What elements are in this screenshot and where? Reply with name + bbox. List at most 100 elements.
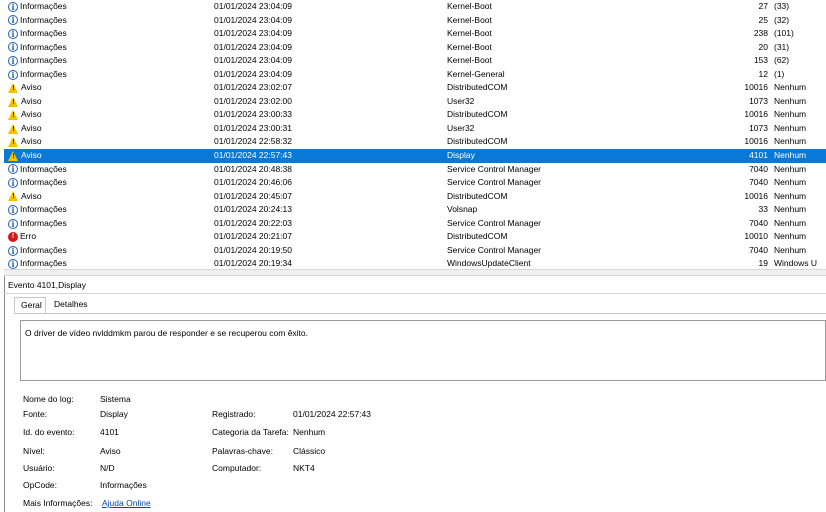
event-level-text: Aviso (21, 82, 42, 93)
event-datetime: 01/01/2024 22:57:43 (214, 150, 292, 161)
event-list[interactable]: Informações 01/01/2024 23:04:09 Kernel-Boo… (4, 0, 826, 269)
event-row[interactable]: Erro 01/01/2024 20:21:07 DistributedCOM 100… (4, 230, 826, 244)
event-source: Service Control Manager (447, 177, 542, 188)
online-help-link[interactable]: Ajuda Online (102, 497, 151, 509)
event-level: Informações (8, 68, 208, 82)
info-icon (8, 163, 18, 175)
event-row[interactable]: Informações 01/01/2024 20:24:13 Volsnap 33 N… (4, 203, 826, 217)
event-level-text: Aviso (21, 150, 42, 161)
event-level-text: Aviso (21, 109, 42, 120)
event-id: 4101 (749, 150, 768, 161)
event-source: Volsnap (447, 204, 478, 215)
info-icon (8, 1, 18, 13)
event-source: User32 (447, 122, 475, 133)
info-icon (8, 258, 18, 269)
event-datetime: 01/01/2024 20:24:13 (214, 204, 292, 215)
event-level: Aviso (8, 108, 208, 122)
event-source: DistributedCOM (447, 136, 508, 147)
event-row[interactable]: Aviso 01/01/2024 23:02:07 DistributedCOM 10… (4, 81, 826, 95)
event-task-category: Nenhum (774, 82, 807, 93)
event-row[interactable]: Informações 01/01/2024 23:04:09 Kernel-Boo… (4, 14, 826, 28)
event-row[interactable]: Informações 01/01/2024 23:04:09 Kernel-Boo… (4, 41, 826, 55)
event-row[interactable]: Informações 01/01/2024 20:19:34 WindowsUpd… (4, 257, 826, 269)
event-row[interactable]: Informações 01/01/2024 23:04:09 Kernel-Gen… (4, 68, 826, 82)
event-level-text: Informações (20, 204, 67, 215)
event-level-text: Informações (20, 163, 67, 174)
event-id: 10016 (744, 82, 768, 93)
event-id: 10010 (744, 231, 768, 242)
event-id: 10016 (744, 136, 768, 147)
event-datetime: 01/01/2024 23:04:09 (214, 28, 292, 39)
event-source: Kernel-Boot (447, 55, 492, 66)
event-row[interactable]: Informações 01/01/2024 20:48:38 Service Co… (4, 163, 826, 177)
event-task-category: Nenhum (774, 95, 807, 106)
info-icon (8, 55, 18, 67)
opcode-label: OpCode: (23, 480, 58, 490)
logged-label: Registrado: (212, 409, 256, 419)
event-datetime: 01/01/2024 20:19:34 (214, 258, 292, 269)
event-id-value: 4101 (100, 427, 119, 437)
event-datetime: 01/01/2024 20:21:07 (214, 231, 292, 242)
event-id: 10016 (744, 190, 768, 201)
error-icon (8, 232, 18, 243)
event-row[interactable]: Aviso 01/01/2024 23:00:31 User32 1073 Nenhum (4, 122, 826, 136)
event-row[interactable]: Aviso 01/01/2024 20:45:07 DistributedCOM 10… (4, 190, 826, 204)
tab-general[interactable]: Geral (14, 297, 46, 313)
event-task-category: (33) (774, 1, 790, 11)
event-level: Erro (8, 230, 208, 244)
event-level-text: Informações (20, 177, 67, 188)
event-row[interactable]: Informações 01/01/2024 20:22:03 Service Co… (4, 217, 826, 231)
event-task-category: (1) (774, 68, 785, 79)
event-detail-title: Evento 4101,Display (8, 280, 86, 290)
event-level-text: Aviso (21, 95, 42, 106)
event-row[interactable]: Informações 01/01/2024 23:04:09 Kernel-Boo… (4, 27, 826, 41)
event-row[interactable]: Aviso 01/01/2024 23:02:00 User32 1073 Nenhum (4, 95, 826, 109)
event-task-category: Nenhum (774, 122, 807, 133)
event-level: Informações (8, 176, 208, 190)
event-task-category: Nenhum (774, 204, 807, 215)
event-task-category: Nenhum (774, 177, 807, 188)
level-value: Aviso (100, 446, 121, 456)
event-level: Informações (8, 14, 208, 28)
event-row[interactable]: Informações 01/01/2024 23:04:09 Kernel-Boo… (4, 54, 826, 68)
user-label: Usuário: (23, 463, 55, 473)
event-level: Informações (8, 54, 208, 68)
event-datetime: 01/01/2024 20:46:06 (214, 177, 292, 188)
event-id: 7040 (749, 217, 768, 228)
event-row[interactable]: Aviso 01/01/2024 23:00:33 DistributedCOM 10… (4, 108, 826, 122)
event-source: Service Control Manager (447, 163, 542, 174)
keywords-label: Palavras-chave: (212, 446, 273, 456)
event-row[interactable]: Aviso 01/01/2024 22:58:32 DistributedCOM 10… (4, 135, 826, 149)
computer-label: Computador: (212, 463, 262, 473)
event-description[interactable]: O driver de vídeo nvlddmkm parou de resp… (20, 320, 826, 381)
event-datetime: 01/01/2024 20:45:07 (214, 190, 292, 201)
event-datetime: 01/01/2024 20:48:38 (214, 163, 292, 174)
event-level: Informações (8, 217, 208, 231)
event-source: Kernel-Boot (447, 14, 492, 25)
event-datetime: 01/01/2024 22:58:32 (214, 136, 292, 147)
event-id: 25 (758, 14, 768, 25)
event-id: 27 (758, 1, 768, 11)
event-row[interactable]: Aviso 01/01/2024 22:57:43 Display 4101 Nenhu… (4, 149, 826, 163)
event-datetime: 01/01/2024 23:04:09 (214, 14, 292, 25)
event-datetime: 01/01/2024 20:22:03 (214, 217, 292, 228)
event-task-category: Nenhum (774, 244, 807, 255)
user-value: N/D (100, 463, 115, 473)
pane-splitter[interactable] (4, 269, 826, 276)
warning-icon (8, 137, 19, 148)
event-id: 7040 (749, 244, 768, 255)
event-row[interactable]: Informações 01/01/2024 20:19:50 Service Co… (4, 244, 826, 258)
event-task-category: Nenhum (774, 217, 807, 228)
event-datetime: 01/01/2024 23:04:09 (214, 68, 292, 79)
tab-details[interactable]: Detalhes (48, 297, 96, 313)
logged-value: 01/01/2024 22:57:43 (293, 409, 371, 419)
event-row[interactable]: Informações 01/01/2024 20:46:06 Service Co… (4, 176, 826, 190)
warning-icon (8, 83, 19, 94)
source-value: Display (100, 409, 128, 419)
warning-icon (8, 191, 19, 202)
event-level: Informações (8, 163, 208, 177)
event-datetime: 01/01/2024 20:19:50 (214, 244, 292, 255)
event-level: Aviso (8, 81, 208, 95)
event-id: 1073 (749, 95, 768, 106)
event-row[interactable]: Informações 01/01/2024 23:04:09 Kernel-Boo… (4, 0, 826, 14)
